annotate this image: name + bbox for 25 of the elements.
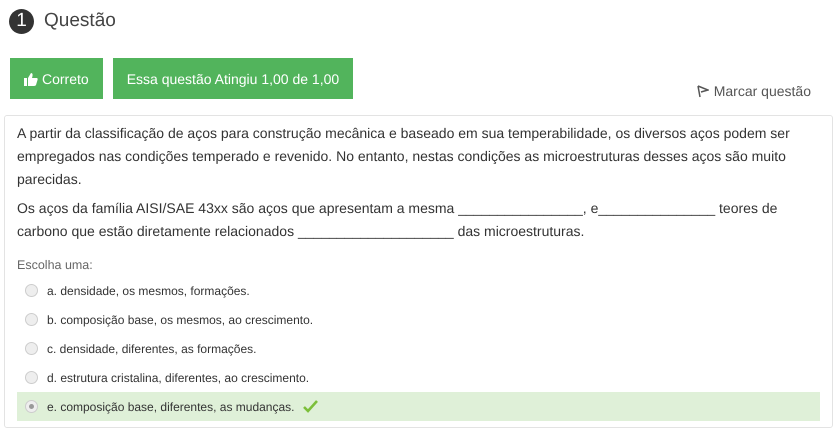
radio-button[interactable] [25, 342, 38, 355]
thumbs-up-icon [24, 72, 38, 86]
choose-prompt: Escolha uma: [17, 258, 94, 272]
answer-option[interactable]: c. densidade, diferentes, as formações. [17, 334, 820, 363]
question-number: 1 [9, 8, 34, 34]
option-text: b. composição base, os mesmos, ao crescimento. [47, 312, 314, 326]
option-text: d. estrutura cristalina, diferentes, ao crescimento. [47, 370, 310, 384]
radio-button[interactable] [25, 284, 38, 297]
radio-button[interactable] [25, 371, 38, 384]
radio-button[interactable] [25, 400, 38, 413]
correct-status-label: Correto [10, 58, 103, 99]
flag-icon [696, 84, 709, 98]
question-text: Os aços da família AISI/SAE 43xx são aços que apresentam a mesma ________________, e_______________ teores de carbono que estão diretamente relacionados ____________________ das microestruturas. [17, 199, 778, 241]
question-title: Questão [44, 10, 116, 32]
answer-option[interactable]: a. densidade, os mesmos, formações. [17, 276, 820, 305]
answer-option[interactable]: b. composição base, os mesmos, ao crescimento. [17, 305, 820, 334]
option-text: a. densidade, os mesmos, formações. [47, 284, 250, 298]
answer-option[interactable]: e. composição base, diferentes, as mudanças. [17, 392, 820, 421]
option-text: e. composição base, diferentes, as mudanças. [47, 400, 294, 414]
grade-label: Essa questão Atingiu 1,00 de 1,00 [112, 58, 354, 99]
flag-question-link[interactable]: Marcar questão [696, 83, 811, 99]
question-text: A partir da classificação de aços para construção mecânica e baseado em sua temperabilidade, os diversos aços podem ser empregados nas condições temperado e revenido. No entanto, nestas condições as microestruturas desses aços são muito parecidas. [17, 124, 791, 189]
option-text: c. densidade, diferentes, as formações. [47, 342, 256, 356]
radio-button[interactable] [25, 313, 38, 326]
answer-option[interactable]: d. estrutura cristalina, diferentes, ao crescimento. [17, 363, 820, 392]
